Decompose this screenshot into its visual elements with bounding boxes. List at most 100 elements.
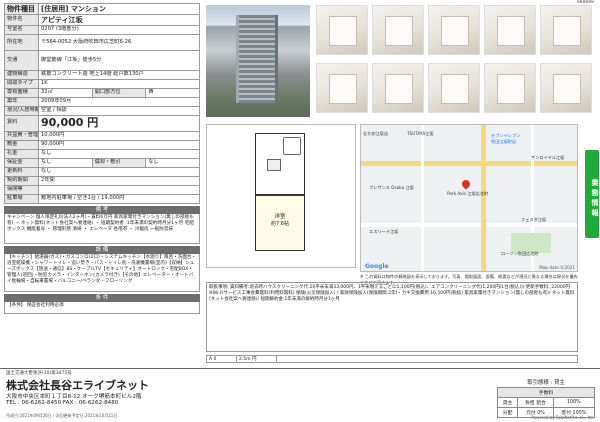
spec-value: 32㎡ [38, 88, 93, 98]
map-label: TSUTAYA江坂 [407, 131, 434, 136]
western-room: 洋室 約7.6帖 [255, 195, 305, 251]
spec-value: 御堂筋線「江坂」徒歩5分 [38, 50, 200, 72]
spec-key: 築年 [4, 96, 39, 107]
spec-key: 交通 [4, 50, 39, 72]
spec-key: 所在地 [4, 34, 39, 52]
spec-key: 間取タイプ [4, 79, 39, 89]
spec-key: 共益費・管理費 [4, 130, 39, 141]
remarks-text: キャンペーン 個人限定礼0(法人2ヶ月)・賃料6万円 家具家電付きマンション(無… [4, 213, 200, 244]
spec-key: 物件名 [4, 14, 39, 27]
room-photo[interactable] [540, 63, 592, 113]
license-number: 国土交通大臣免許(10)第3475号 [6, 371, 72, 376]
created-date: 作成日:2021年09月26日 / 次回更新予定日:2021年10月11日 [6, 413, 118, 418]
spec-value: 90,000円 [38, 139, 200, 150]
spec-key: 建物構造 [4, 70, 39, 81]
spec-key: 更新料 [4, 166, 39, 177]
map-attribution: Map data ©2021 [539, 265, 575, 270]
remarks-header: 備 考 [4, 205, 200, 214]
room-photo[interactable] [428, 5, 480, 55]
map-label: フェスタ江坂 [521, 217, 547, 222]
spec-value: 敷地内駐車場 / 空き1台 / 19,000円 [38, 193, 200, 204]
room-photo[interactable] [484, 5, 536, 55]
fee-cell: 貸主 [496, 397, 519, 408]
map-label: Park Axis 江坂広芝町 [447, 191, 489, 196]
features-text: 【キッチン】給湯器(ガス)・ガスコンロ(2口)・システムキッチン【水廻り】風呂・… [4, 253, 200, 292]
fee-header: 手数料 [497, 387, 595, 398]
spec-key: 現況/入居時期 [4, 105, 39, 116]
rent-price: 90,000 円 [38, 114, 200, 132]
spec-value: 10,000円 [38, 130, 200, 141]
spec-value: 2009年09月 [38, 96, 200, 107]
room-photo[interactable] [372, 5, 424, 55]
spec-value: なし [38, 157, 93, 168]
scale-label: 2.5m 円 [237, 356, 277, 362]
spec-value: 〒564-0052 大阪府吹田市広芝町6-26 [38, 34, 200, 52]
spec-key: 保証金 [4, 157, 39, 168]
spec-value: 0207 (3階部分) [38, 25, 200, 36]
spec-key: 駐車場 [4, 193, 39, 204]
map-label: プレサンス Osaka 江坂 [369, 185, 414, 190]
spec-key: 契約期間 [4, 175, 39, 186]
transaction-type: 取引態様 : 貸主 [527, 380, 565, 386]
room-photo[interactable] [540, 5, 592, 55]
kitchen-icon [267, 159, 281, 171]
photo-gallery [206, 5, 594, 117]
spec-value: 1K [38, 79, 200, 89]
spec-title-value: [住居用] マンション [38, 2, 200, 16]
conditions-text: 【条件】 保証会社利用必須 [4, 301, 200, 314]
company-address: 大阪市中央区本町１丁目8-12 オーク堺筋本町ビル2階 [6, 394, 142, 400]
features-header: 設 備 [4, 245, 200, 254]
side-tab-business-info[interactable]: 業務情報 [585, 150, 599, 238]
fee-cell: 元付 0% [517, 407, 554, 418]
location-pin-icon [460, 178, 472, 190]
building-photo[interactable] [206, 5, 310, 117]
fee-table: 手数料 貸主 負担 割合 100% 分配 元付 0% 客付 100% [496, 387, 596, 418]
spec-value: なし [145, 157, 200, 168]
spec-value: 西 [145, 88, 200, 98]
spec-key: 賃料 [4, 114, 39, 132]
spec-value: 鉄筋コンクリート造 地上14階 総戸数130戸 [38, 70, 200, 81]
scale-bar: A 0 2.5m 円 [206, 355, 578, 363]
footer: 国土交通大臣免許(10)第3475号 株式会社長谷エライブネット 大阪市中央区本… [0, 368, 600, 422]
room-photo[interactable] [316, 63, 368, 113]
company-name: 株式会社長谷エライブネット [6, 379, 149, 392]
map-label: エスリード江坂 [369, 229, 399, 234]
map-label: ローソン吹田広芝町 [501, 251, 539, 256]
spec-value: なし [38, 166, 200, 177]
spec-key: 号室名 [4, 25, 39, 36]
spec-value: 2年間 [38, 175, 200, 186]
spec-value [38, 184, 200, 195]
spec-panel: 物件種目 [住居用] マンション 物件名 アピティ江坂 号室名 0207 (3階部分… [4, 2, 200, 314]
room-label: 洋室 [274, 214, 286, 220]
spec-key: 保険等 [4, 184, 39, 195]
spec-table: 物件種目 [住居用] マンション 物件名 アピティ江坂 号室名 0207 (3階部分… [4, 2, 200, 204]
floor-plan: 洋室 約7.6帖 [206, 124, 356, 268]
map-label: サンロイヤル江坂 [531, 155, 565, 160]
scale-label: A 0 [207, 356, 237, 362]
room-photo[interactable] [428, 63, 480, 113]
spec-key: 償却・敷引 [91, 157, 147, 168]
fee-cell: 負担 割合 [517, 397, 554, 408]
fee-cell: 客付 100% [552, 407, 596, 418]
spec-value: 空室 / 相談 [38, 105, 200, 116]
room-photo[interactable] [484, 63, 536, 113]
spec-key: 開口部方位 [91, 88, 147, 98]
fee-cell: 分配 [496, 407, 519, 418]
spec-value: なし [38, 148, 200, 159]
spec-key: 物件種目 [4, 2, 39, 16]
room-size: 約7.6帖 [271, 221, 289, 227]
map-label: 吹田江坂町店 [491, 139, 517, 144]
spec-key: 礼金 [4, 148, 39, 159]
bath-icon [283, 137, 301, 155]
property-name: アピティ江坂 [38, 14, 200, 27]
google-logo: Google [365, 263, 389, 270]
spec-key: 専有面積 [4, 88, 39, 98]
location-map[interactable]: なか卯江坂店 TSUTAYA江坂 セブンイレブン 吹田江坂町店 サンロイヤル江坂… [360, 124, 578, 272]
map-label: なか卯江坂店 [363, 131, 389, 136]
spec-key: 敷金 [4, 139, 39, 150]
transaction-box: 取引態様 : 貸主 手数料 貸主 負担 割合 100% 分配 元付 0% 客付 … [496, 378, 596, 418]
fee-cell: 100% [552, 397, 596, 408]
room-photo[interactable] [316, 5, 368, 55]
room-photo[interactable] [372, 63, 424, 113]
conditions-header: 条 件 [4, 293, 200, 302]
